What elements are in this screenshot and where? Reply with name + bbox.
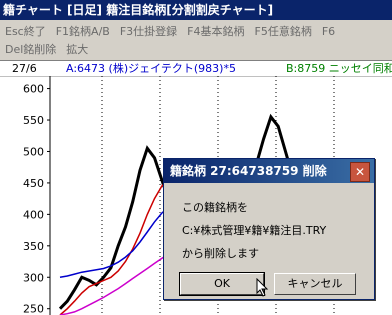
- dialog-message-path: C:¥株式管理¥籍¥籍注目.TRY: [182, 224, 327, 237]
- y-tick-label: 500: [23, 145, 44, 158]
- chart-header: 27/6 A:6473 (株)ジェイテクト(983)*5 B:8759 ニッセイ…: [0, 61, 392, 77]
- close-icon[interactable]: ✕: [350, 162, 370, 182]
- y-tick-label: 250: [23, 303, 44, 315]
- stock-a-label: A:6473 (株)ジェイテクト(983)*5: [66, 62, 236, 75]
- toolbar-button-f3-register[interactable]: F3仕掛登録: [115, 22, 182, 41]
- toolbar-button-f6[interactable]: F6: [317, 22, 340, 41]
- toolbar-button-f1-stock-ab[interactable]: F1銘柄A/B: [51, 22, 115, 41]
- toolbar-button-del-delete[interactable]: Del銘削除: [0, 40, 61, 59]
- y-tick-label: 300: [23, 271, 44, 284]
- toolbar-button-f5-any-stock[interactable]: F5任意銘柄: [250, 22, 317, 41]
- stock-b-label: B:8759 ニッセイ同和: [286, 62, 392, 75]
- dialog-message-line-1: この籍銘柄を: [182, 201, 248, 214]
- y-tick-label: 400: [23, 208, 44, 221]
- y-tick-label: 550: [23, 114, 44, 127]
- ok-button[interactable]: OK: [179, 272, 265, 296]
- toolbar-row-1: Esc終了 F1銘柄A/B F3仕掛登録 F4基本銘柄 F5任意銘柄 F6: [0, 22, 340, 41]
- window-title: 籍チャート [日足] 籍注目銘柄[分割割戻チャート]: [3, 3, 274, 17]
- title-bar: 籍チャート [日足] 籍注目銘柄[分割割戻チャート]: [0, 0, 392, 20]
- toolbar-button-zoom[interactable]: 拡大: [61, 40, 93, 59]
- mouse-cursor-icon: [256, 278, 269, 297]
- y-tick-label: 450: [23, 177, 44, 190]
- toolbar-button-f4-base-stock[interactable]: F4基本銘柄: [182, 22, 249, 41]
- dialog-title: 籍銘柄 27:64738759 削除: [170, 164, 327, 178]
- function-key-toolbar: Esc終了 F1銘柄A/B F3仕掛登録 F4基本銘柄 F5任意銘柄 F6 De…: [0, 20, 392, 61]
- toolbar-button-esc-exit[interactable]: Esc終了: [0, 22, 51, 41]
- dialog-title-bar: 籍銘柄 27:64738759 削除 ✕: [164, 159, 374, 183]
- y-tick-label: 350: [23, 240, 44, 253]
- date-label: 27/6: [12, 62, 37, 75]
- cancel-button[interactable]: キャンセル: [274, 273, 356, 295]
- dialog-message-line-3: から削除します: [182, 247, 259, 260]
- y-tick-label: 600: [23, 83, 44, 96]
- toolbar-row-2: Del銘削除 拡大: [0, 40, 93, 59]
